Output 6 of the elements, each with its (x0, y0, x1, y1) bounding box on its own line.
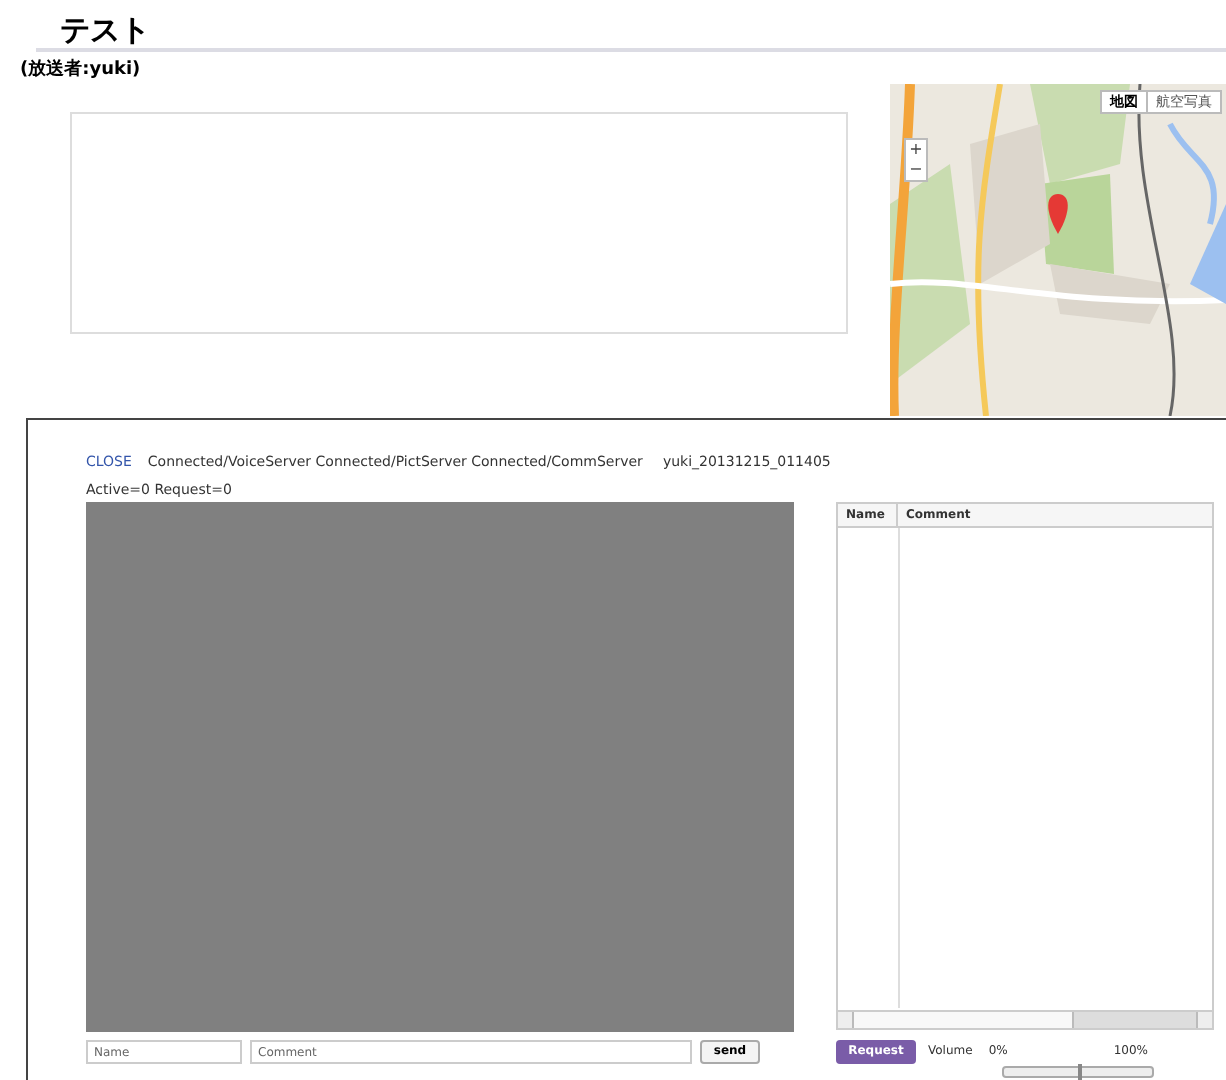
zoom-button[interactable]: + (906, 140, 926, 160)
volume-slider[interactable] (1002, 1066, 1154, 1078)
page-title: テスト (60, 12, 152, 48)
broadcaster-label: (放送者:yuki) (20, 58, 143, 82)
zoom-button[interactable]: − (906, 160, 926, 180)
horizontal-scrollbar[interactable] (838, 1010, 1212, 1028)
